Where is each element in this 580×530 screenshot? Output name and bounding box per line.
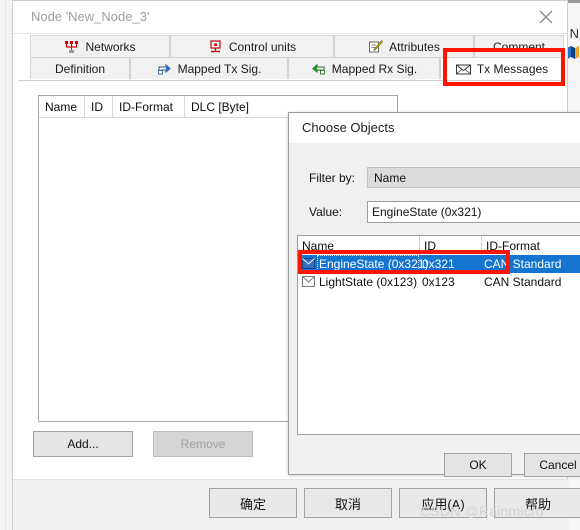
mapped-rx-icon xyxy=(311,62,326,76)
list-item-id-format: CAN Standard xyxy=(484,275,562,289)
tab-mapped-rx-signals[interactable]: Mapped Rx Sig. xyxy=(288,57,440,79)
list-column-name[interactable]: Name xyxy=(298,236,420,255)
choose-cancel-button[interactable]: Cancel xyxy=(524,453,580,477)
mapped-tx-icon xyxy=(157,62,172,76)
value-label: Value: xyxy=(309,205,343,219)
close-icon[interactable] xyxy=(531,5,561,29)
remove-button: Remove xyxy=(153,431,253,457)
tab-attributes-label: Attributes xyxy=(389,39,440,54)
filter-by-label: Filter by: xyxy=(309,171,356,185)
list-item-name: LightState (0x123) xyxy=(319,275,418,289)
tab-definition-label: Definition xyxy=(54,61,106,76)
screen-root: N Node 'New_Node_3' Networks Control uni… xyxy=(0,0,580,530)
node-dialog-title: Node 'New_Node_3' xyxy=(31,9,150,24)
choose-objects-dialog: Choose Objects Filter by: Name Value: En… xyxy=(288,112,580,477)
list-item[interactable]: LightState (0x123) 0x123 CAN Standard xyxy=(298,273,580,291)
tab-row-bottom: Definition Mapped Tx Sig. Mapped Rx Sig.… xyxy=(18,57,564,79)
tab-tx-messages-label: Tx Messages xyxy=(476,61,549,76)
envelope-icon xyxy=(302,276,315,287)
choose-objects-title: Choose Objects xyxy=(302,120,395,135)
list-item-id: 0x321 xyxy=(422,257,455,271)
grid-column-name[interactable]: Name xyxy=(39,96,85,117)
tab-definition[interactable]: Definition xyxy=(30,57,130,79)
filter-by-select[interactable]: Name xyxy=(367,167,580,188)
tab-control-units-label: Control units xyxy=(228,39,297,54)
choose-ok-button[interactable]: OK xyxy=(444,453,512,477)
grid-column-id-format[interactable]: ID-Format xyxy=(113,96,185,117)
tab-mapped-tx-signals[interactable]: Mapped Tx Sig. xyxy=(130,57,288,79)
background-window-title: N xyxy=(569,26,579,41)
tab-mapped-rx-label: Mapped Rx Sig. xyxy=(331,61,418,76)
tab-comment[interactable]: Comment xyxy=(474,35,564,57)
list-column-id-format[interactable]: ID-Format xyxy=(482,236,580,255)
control-unit-icon xyxy=(208,39,223,54)
network-icon xyxy=(64,40,79,54)
list-item-name: EngineState (0x321) xyxy=(319,257,429,271)
envelope-icon xyxy=(302,258,315,269)
grid-column-id[interactable]: ID xyxy=(85,96,113,117)
tab-comment-label: Comment xyxy=(492,39,545,54)
choose-objects-titlebar: Choose Objects xyxy=(289,113,580,144)
tab-networks-label: Networks xyxy=(85,39,136,54)
tab-attributes[interactable]: Attributes xyxy=(334,35,474,57)
list-item-id-format: CAN Standard xyxy=(484,257,562,271)
attributes-icon xyxy=(368,39,384,54)
cancel-button[interactable]: 取消 xyxy=(304,488,392,518)
watermark: CSDN @Rainmicro xyxy=(420,503,544,519)
tab-mapped-tx-label: Mapped Tx Sig. xyxy=(177,61,262,76)
ok-button[interactable]: 确定 xyxy=(209,488,297,518)
tab-networks[interactable]: Networks xyxy=(30,35,170,57)
choose-objects-body: Filter by: Name Value: EngineState (0x32… xyxy=(289,143,580,477)
add-button[interactable]: Add... xyxy=(33,431,133,457)
tab-row-top: Networks Control units Attributes Commen… xyxy=(18,35,564,57)
background-window-icon xyxy=(567,46,579,60)
tab-strip: Networks Control units Attributes Commen… xyxy=(18,35,564,81)
tab-control-units[interactable]: Control units xyxy=(170,35,334,57)
envelope-icon xyxy=(455,62,471,76)
objects-list-header: Name ID ID-Format xyxy=(298,236,580,256)
objects-listbox[interactable]: Name ID ID-Format EngineState (0x321) 0x… xyxy=(297,235,580,435)
list-item[interactable]: EngineState (0x321) 0x321 CAN Standard xyxy=(298,255,580,273)
list-column-id[interactable]: ID xyxy=(420,236,482,255)
tab-tx-messages[interactable]: Tx Messages xyxy=(440,57,564,79)
node-dialog-titlebar: Node 'New_Node_3' xyxy=(13,1,567,34)
list-item-id: 0x123 xyxy=(422,275,455,289)
value-input[interactable]: EngineState (0x321) xyxy=(367,201,580,223)
